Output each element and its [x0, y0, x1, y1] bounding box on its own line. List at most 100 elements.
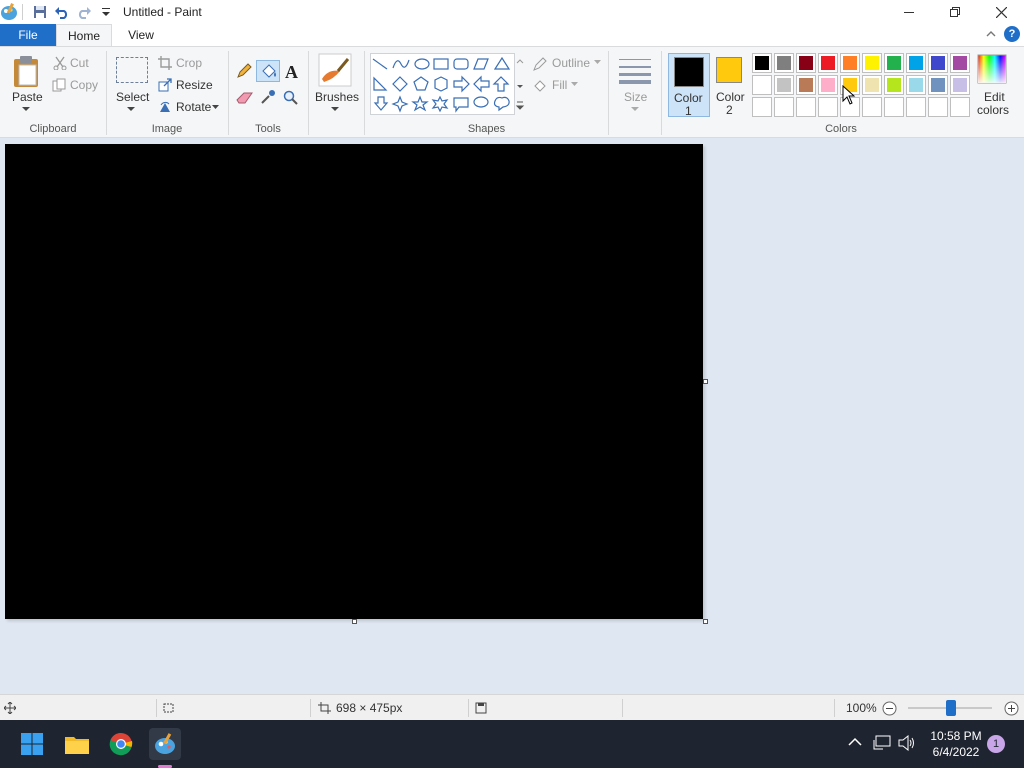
rotate-label[interactable]: Rotate [176, 100, 211, 114]
eraser-icon[interactable] [236, 91, 254, 105]
palette-swatch[interactable] [950, 53, 970, 73]
fill-tool-selected[interactable] [256, 60, 280, 82]
network-icon[interactable] [873, 735, 891, 751]
rotate-dropdown-icon[interactable] [212, 105, 219, 109]
size-label[interactable]: Size [624, 90, 647, 104]
file-explorer-icon[interactable] [61, 728, 93, 760]
resize-icon[interactable] [158, 78, 172, 92]
palette-swatch[interactable] [818, 53, 838, 73]
tab-file[interactable]: File [0, 24, 56, 46]
copy-icon[interactable] [52, 78, 66, 92]
palette-swatch[interactable] [796, 53, 816, 73]
magnifier-icon[interactable] [283, 90, 299, 106]
redo-icon[interactable] [76, 4, 92, 20]
crop-label[interactable]: Crop [176, 56, 202, 70]
shapes-scrollbar[interactable] [514, 53, 526, 115]
fill-icon[interactable] [532, 78, 548, 94]
paste-dropdown-icon[interactable] [22, 107, 30, 112]
minimize-button[interactable] [886, 0, 932, 24]
palette-swatch[interactable] [906, 53, 926, 73]
tab-view[interactable]: View [116, 24, 166, 46]
size-icon[interactable] [618, 57, 652, 85]
palette-swatch[interactable] [752, 53, 772, 73]
paint-app-icon[interactable] [0, 2, 18, 22]
brushes-icon[interactable] [318, 53, 352, 87]
palette-swatch[interactable] [752, 75, 772, 95]
restore-button[interactable] [932, 0, 978, 24]
pencil-icon[interactable] [236, 63, 252, 79]
edit-colors-label-b[interactable]: colors [977, 103, 1009, 117]
palette-swatch[interactable] [884, 97, 904, 117]
show-hidden-icons-icon[interactable] [848, 737, 862, 747]
chrome-icon[interactable] [105, 728, 137, 760]
cut-label[interactable]: Cut [70, 56, 89, 70]
edit-colors-label-a[interactable]: Edit [984, 90, 1005, 104]
zoom-slider-thumb[interactable] [946, 700, 956, 716]
select-icon[interactable] [116, 57, 148, 83]
palette-swatch[interactable] [950, 97, 970, 117]
shapes-gallery[interactable] [370, 53, 526, 115]
palette-swatch[interactable] [774, 75, 794, 95]
undo-icon[interactable] [54, 4, 70, 20]
palette-swatch[interactable] [884, 75, 904, 95]
palette-swatch[interactable] [906, 75, 926, 95]
paste-icon[interactable] [12, 55, 42, 92]
palette-swatch[interactable] [818, 75, 838, 95]
palette-swatch[interactable] [906, 97, 926, 117]
copy-label[interactable]: Copy [70, 78, 98, 92]
paste-label[interactable]: Paste [12, 90, 43, 104]
color1-button[interactable]: Color 1 [668, 53, 710, 118]
resize-label[interactable]: Resize [176, 78, 213, 92]
palette-swatch[interactable] [840, 53, 860, 73]
clock-date[interactable]: 6/4/2022 [926, 745, 986, 759]
close-button[interactable] [978, 0, 1024, 24]
edit-colors-icon[interactable] [976, 53, 1008, 85]
outline-icon[interactable] [532, 56, 548, 72]
start-icon[interactable] [16, 728, 48, 760]
size-dropdown-icon[interactable] [631, 107, 639, 112]
zoom-out-icon[interactable] [882, 701, 897, 716]
save-icon[interactable] [32, 4, 48, 20]
color-picker-icon[interactable] [260, 89, 276, 105]
tab-home[interactable]: Home [56, 24, 112, 47]
palette-swatch[interactable] [862, 75, 882, 95]
palette-swatch[interactable] [928, 53, 948, 73]
palette-swatch[interactable] [774, 97, 794, 117]
palette-swatch[interactable] [862, 53, 882, 73]
canvas-resize-handle-right[interactable] [703, 379, 708, 384]
crop-icon[interactable] [158, 56, 172, 70]
palette-swatch[interactable] [862, 97, 882, 117]
select-label[interactable]: Select [116, 90, 149, 104]
palette-swatch[interactable] [884, 53, 904, 73]
palette-swatch[interactable] [818, 97, 838, 117]
zoom-in-icon[interactable] [1004, 701, 1019, 716]
color2-button[interactable]: Color 2 [712, 53, 750, 117]
select-dropdown-icon[interactable] [127, 107, 135, 112]
paint-icon[interactable] [149, 728, 181, 760]
cut-icon[interactable] [53, 56, 67, 70]
palette-swatch[interactable] [928, 97, 948, 117]
palette-swatch[interactable] [774, 53, 794, 73]
outline-label[interactable]: Outline [552, 56, 590, 70]
fill-dropdown-icon[interactable] [571, 82, 578, 86]
customize-quick-access-icon[interactable] [98, 4, 114, 20]
fill-label[interactable]: Fill [552, 78, 567, 92]
clock-time[interactable]: 10:58 PM [926, 729, 986, 743]
minimize-ribbon-icon[interactable] [986, 27, 996, 41]
brushes-dropdown-icon[interactable] [331, 107, 339, 112]
palette-swatch[interactable] [796, 75, 816, 95]
canvas-resize-handle-corner[interactable] [703, 619, 708, 624]
palette-swatch[interactable] [752, 97, 772, 117]
rotate-icon[interactable] [158, 100, 172, 114]
palette-swatch[interactable] [928, 75, 948, 95]
palette-swatch[interactable] [950, 75, 970, 95]
help-icon[interactable]: ? [1004, 26, 1020, 42]
notification-badge[interactable]: 1 [987, 735, 1005, 753]
outline-dropdown-icon[interactable] [594, 60, 601, 64]
drawing-canvas[interactable] [5, 144, 703, 619]
volume-icon[interactable] [898, 735, 916, 751]
brushes-label[interactable]: Brushes [315, 90, 359, 104]
canvas-resize-handle-bottom[interactable] [352, 619, 357, 624]
text-icon[interactable]: A [284, 63, 300, 81]
palette-swatch[interactable] [796, 97, 816, 117]
